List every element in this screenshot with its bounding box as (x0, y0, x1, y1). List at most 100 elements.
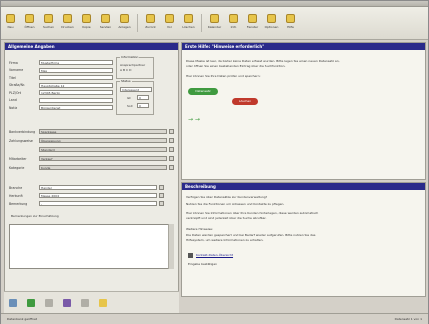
description-line: Hier können Sie Informationen über Ihre … (186, 211, 319, 215)
lookup-button[interactable] (159, 201, 164, 206)
field-input[interactable]: Bürgerdienst (39, 105, 113, 110)
field-input[interactable]: Hauptstraße 12 (39, 82, 113, 88)
field-label: Herkunft (9, 193, 23, 198)
form-row: Branche Handel (9, 185, 164, 190)
toolbar-button[interactable]: Fenster (246, 14, 259, 29)
field-label: Zahlungsweise (9, 138, 33, 143)
status-soll-field[interactable]: 0 (137, 103, 149, 108)
toolbar-button[interactable]: Neu (4, 14, 17, 29)
help-text-line: oder öffnen Sie einen bestehenden Eintra… (186, 64, 286, 68)
lookup-button[interactable] (169, 156, 174, 161)
field-input[interactable] (39, 97, 113, 103)
help-panel: Erste Hilfe: "Hinweise erforderlich" Die… (181, 42, 426, 180)
field-input[interactable]: Sparkasse (39, 129, 167, 134)
memo-scrollbar[interactable] (168, 224, 174, 269)
user-icon[interactable] (63, 298, 71, 307)
description-line: Nutzen Sie die Funktionen um Adressen un… (186, 202, 285, 206)
add-icon[interactable] (27, 298, 35, 307)
toolbar-button[interactable]: Kalender (208, 14, 221, 29)
delete-icon (184, 14, 193, 23)
forward-icon (165, 14, 174, 23)
options-icon (267, 14, 276, 23)
field-input[interactable]: - (39, 201, 157, 206)
field-input[interactable]: Kunde (39, 165, 167, 170)
toolbar-button[interactable]: Kopie (80, 14, 93, 29)
toolbar-button[interactable]: Hilfe (284, 14, 297, 29)
field-label: Bankverbindung (9, 129, 36, 134)
field-input[interactable]: Überweisung (39, 138, 167, 143)
description-line: Hilfesystem, um weitere Informationen zu… (186, 238, 264, 242)
lock-icon[interactable] (99, 298, 107, 307)
form-row: Kategorie Kunde (9, 165, 174, 170)
status-ist-field[interactable]: 0 (137, 95, 149, 100)
field-input[interactable]: Max (39, 67, 113, 73)
link-subtext: Eingabe bestätigen (188, 262, 218, 266)
toolbar-button[interactable]: Anlagen (118, 14, 131, 29)
status-right-text: Datensatz 1 von 1 (394, 317, 422, 321)
toolbar-button[interactable]: Optionen (265, 14, 278, 29)
toolbar-button-label: Kalender (207, 25, 222, 29)
toolbar-button-label: Optionen (264, 25, 279, 29)
lookup-button[interactable] (169, 129, 174, 134)
field-label: Land (9, 98, 17, 102)
lookup-button[interactable] (169, 147, 174, 152)
toolbar-button[interactable]: Info (227, 14, 240, 29)
status-soll-label: Soll (127, 104, 133, 108)
toolbar-button[interactable]: Drucken (61, 14, 74, 29)
window-icon (248, 14, 257, 23)
arrow-left-icon[interactable] (9, 298, 17, 307)
info-line: Ansprechpartner (120, 63, 146, 67)
toolbar-button-label: Neu (7, 25, 14, 29)
status-group-title: Status (120, 79, 132, 83)
toolbar-button[interactable]: Öffnen (23, 14, 36, 29)
toolbar-button-label: Suchen (42, 25, 55, 29)
toolbar-button-label: Hilfe (287, 25, 294, 29)
field-label: Branche (9, 185, 23, 190)
form-row: Bemerkung - (9, 201, 164, 206)
application-window: Neu Öffnen Suchen Drucken Kopie Senden Anlagen… (0, 0, 429, 324)
lookup-button[interactable] (159, 185, 164, 190)
toolbar-button[interactable]: Zurück (144, 14, 157, 29)
status-ist-label: Ist (127, 96, 131, 100)
help-text-line: Hier können Sie Ihre Daten prüfen und sp… (186, 74, 261, 78)
field-input[interactable]: Verkauf (39, 156, 167, 161)
field-input[interactable]: 12345 Berlin (39, 90, 113, 95)
field-input[interactable]: Musterfirma (39, 60, 113, 65)
info-line: A B C D (120, 68, 132, 72)
field-label: Kategorie (9, 165, 25, 170)
arrow-icon: → → (188, 116, 200, 123)
lookup-button[interactable] (159, 193, 164, 198)
description-line: Verfügen Sie über Datensätze zur Kundenv… (186, 195, 268, 199)
record-pill-button[interactable]: Datensatz (188, 88, 218, 95)
open-icon (25, 14, 34, 23)
toolbar-button[interactable]: Suchen (42, 14, 55, 29)
memo-field[interactable] (9, 224, 171, 269)
form-row: Notiz Bürgerdienst (9, 105, 113, 110)
field-input[interactable] (39, 75, 113, 80)
form-row: Land (9, 97, 113, 103)
toolbar-button-label: Fenster (246, 25, 259, 29)
contact-link[interactable]: Kontakt-Daten-Übersicht (196, 253, 233, 257)
toolbar-button-label: Kopie (82, 25, 91, 29)
field-input[interactable]: Messe 2004 (39, 193, 157, 198)
form-row: Titel (9, 75, 113, 80)
toolbar-button[interactable]: Löschen (182, 14, 195, 29)
toolbar-button[interactable]: Senden (99, 14, 112, 29)
list-icon[interactable] (81, 298, 89, 307)
field-input[interactable]: Handel (39, 185, 157, 190)
attach-icon (120, 14, 129, 23)
edit-icon[interactable] (45, 298, 53, 307)
status-select[interactable]: Interessent (120, 87, 152, 92)
toolbar: Neu Öffnen Suchen Drucken Kopie Senden Anlagen… (1, 7, 428, 40)
delete-pill-button[interactable]: Löschen (232, 98, 258, 105)
toolbar-button-label: Anlagen (118, 25, 131, 29)
document-icon (188, 253, 193, 258)
toolbar-button[interactable]: Vor (163, 14, 176, 29)
copy-icon (82, 14, 91, 23)
field-label: Firma (9, 60, 18, 65)
field-input[interactable]: Standard (39, 147, 167, 152)
lookup-button[interactable] (169, 165, 174, 170)
lookup-button[interactable] (169, 138, 174, 143)
info-icon (229, 14, 238, 23)
form-row: Vorname Max (9, 67, 113, 73)
